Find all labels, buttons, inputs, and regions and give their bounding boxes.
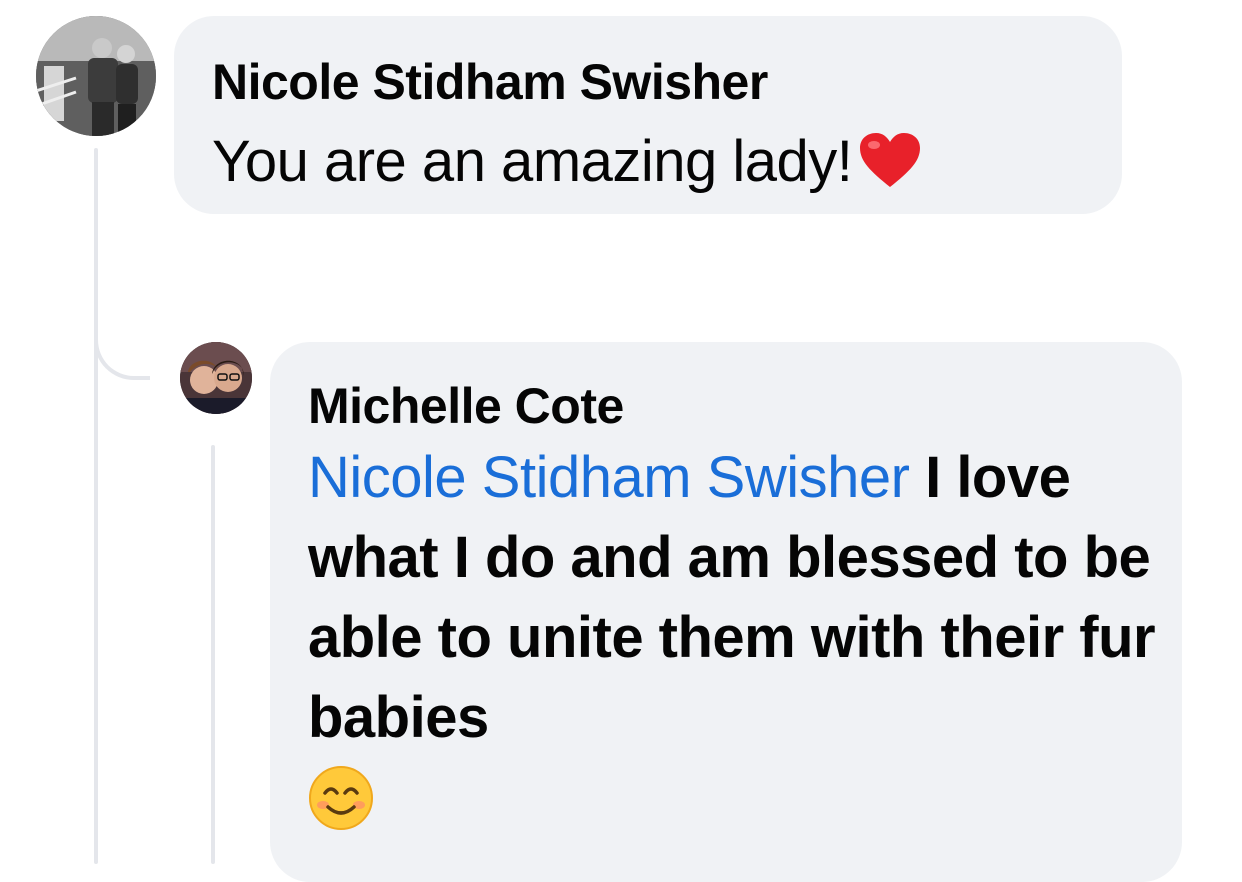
comment-text: Nicole Stidham Swisher I love what I do … (308, 438, 1156, 852)
thread-connector-line (94, 148, 98, 864)
comment-body: You are an amazing lady! (212, 129, 853, 194)
mention-link[interactable]: Nicole Stidham Swisher (308, 445, 910, 510)
reply-comment-bubble: Michelle Cote Nicole Stidham Swisher I l… (270, 342, 1182, 882)
reply-connector-curve (94, 300, 150, 380)
comment-text: You are an amazing lady! (212, 122, 1084, 212)
comment-bubble: Nicole Stidham Swisher You are an amazin… (174, 16, 1122, 214)
smiling-face-icon (308, 765, 374, 852)
comment-author-name[interactable]: Nicole Stidham Swisher (212, 52, 1084, 112)
avatar-photo (180, 342, 252, 414)
reply-thread-line (211, 445, 215, 864)
avatar-photo (36, 16, 156, 136)
avatar-nicole[interactable] (36, 16, 156, 136)
red-heart-icon (858, 131, 922, 212)
avatar-michelle[interactable] (180, 342, 252, 414)
comment-author-name[interactable]: Michelle Cote (308, 376, 1144, 436)
